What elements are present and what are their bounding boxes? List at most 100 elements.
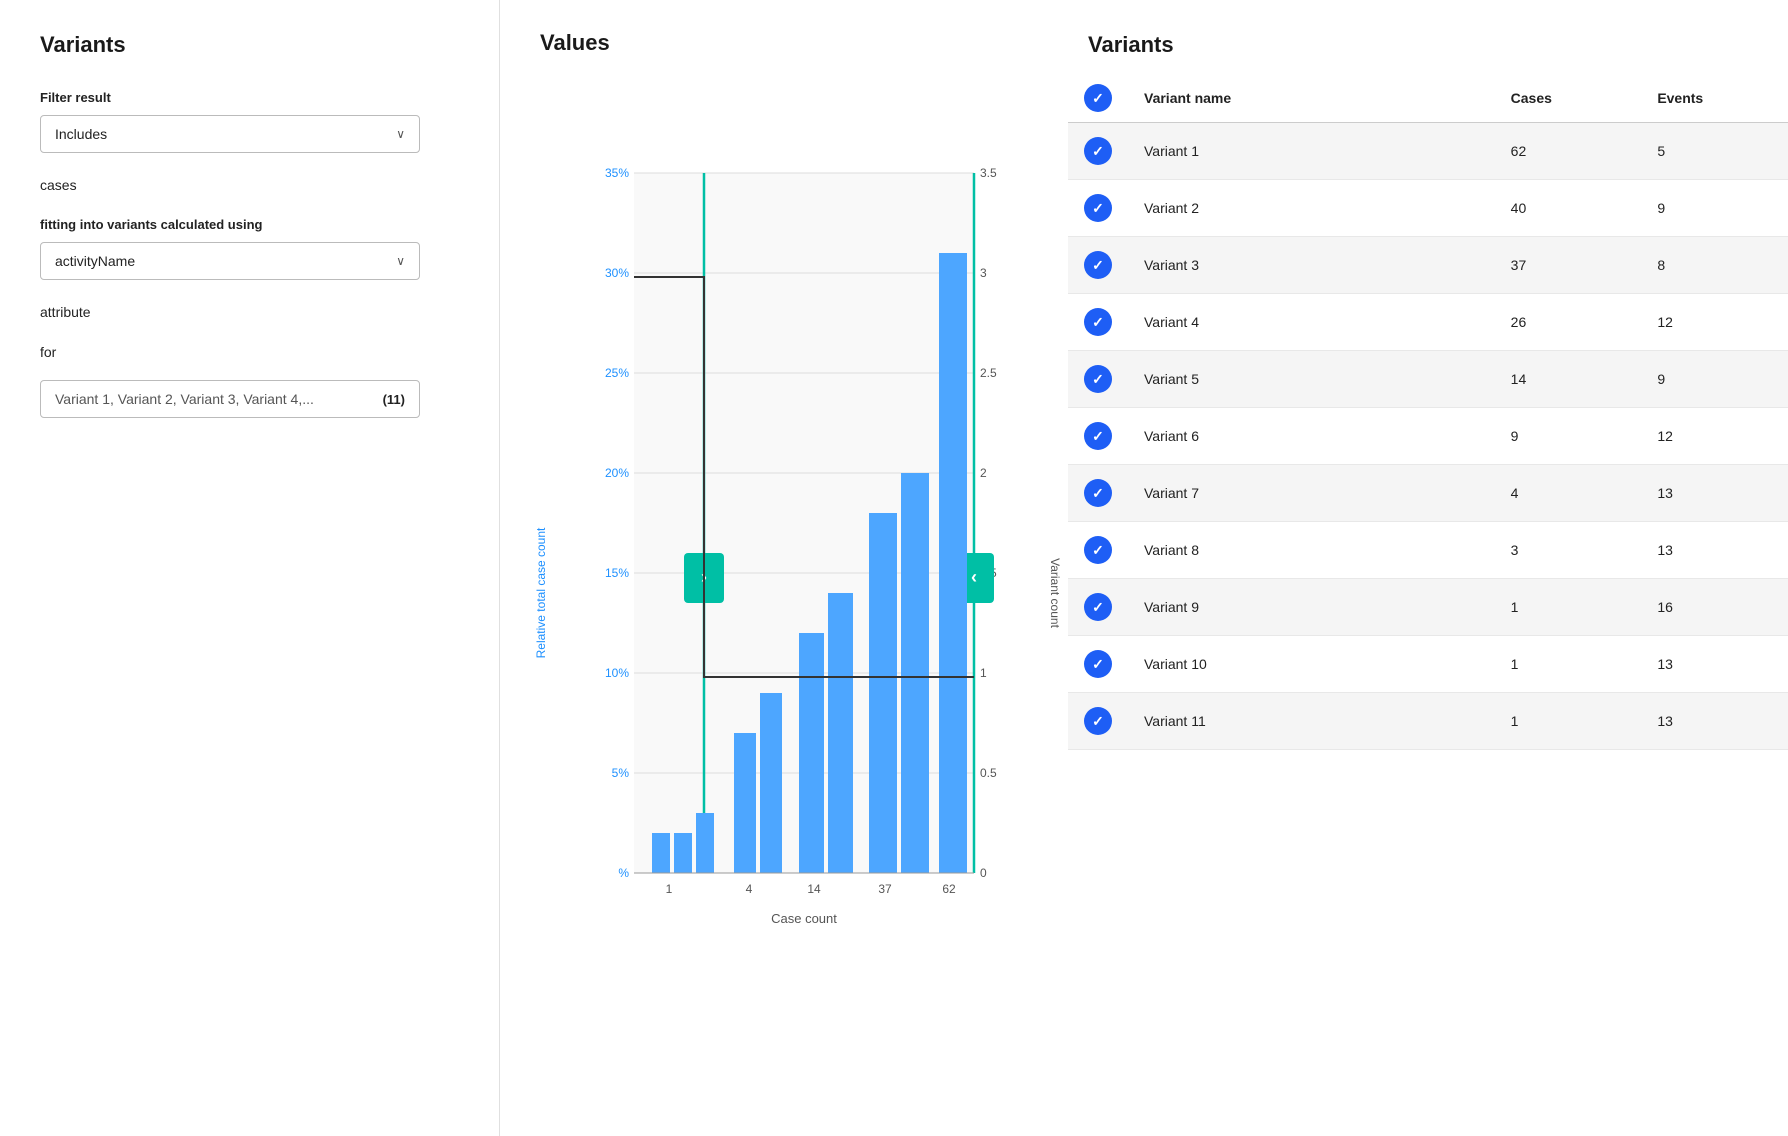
events-cell: 8: [1641, 237, 1788, 294]
svg-text:%: %: [618, 866, 629, 880]
cases-section: cases: [40, 177, 459, 193]
check-icon[interactable]: ✓: [1084, 365, 1112, 393]
table-row: ✓Variant 10113: [1068, 636, 1788, 693]
variant-name-cell: Variant 3: [1128, 237, 1495, 294]
check-icon[interactable]: ✓: [1084, 251, 1112, 279]
variant-name-cell: Variant 4: [1128, 294, 1495, 351]
for-field-value: Variant 1, Variant 2, Variant 3, Variant…: [55, 391, 314, 407]
svg-text:‹: ‹: [971, 567, 977, 587]
svg-text:20%: 20%: [605, 466, 629, 480]
row-check-cell: ✓: [1068, 237, 1128, 294]
table-row: ✓ Variant 9116: [1068, 579, 1788, 636]
fitting-section: fitting into variants calculated using a…: [40, 217, 459, 280]
check-icon[interactable]: ✓: [1084, 137, 1112, 165]
chevron-down-icon: ∨: [396, 127, 405, 141]
attribute-label: attribute: [40, 304, 459, 320]
table-row: ✓Variant 1625: [1068, 123, 1788, 180]
table-row: ✓ Variant 6912: [1068, 408, 1788, 465]
for-field-select[interactable]: Variant 1, Variant 2, Variant 3, Variant…: [40, 380, 420, 418]
svg-text:2.5: 2.5: [980, 366, 997, 380]
cases-cell: 3: [1495, 522, 1642, 579]
filter-result-section: Filter result Includes ∨: [40, 90, 459, 153]
cases-cell: 1: [1495, 579, 1642, 636]
variant-name-cell: Variant 9: [1128, 579, 1495, 636]
check-icon[interactable]: ✓: [1084, 422, 1112, 450]
cases-label: cases: [40, 177, 459, 193]
cases-cell: 37: [1495, 237, 1642, 294]
variant-name-cell: Variant 11: [1128, 693, 1495, 750]
col-check-header: ✓: [1068, 74, 1128, 123]
fitting-label: fitting into variants calculated using: [40, 217, 459, 232]
variant-name-cell: Variant 8: [1128, 522, 1495, 579]
chart-title: Values: [540, 30, 1048, 56]
table-row: ✓ Variant 8313: [1068, 522, 1788, 579]
row-check-cell: ✓: [1068, 351, 1128, 408]
svg-text:2: 2: [980, 466, 987, 480]
right-panel-title: Variants: [1068, 32, 1788, 58]
events-cell: 9: [1641, 180, 1788, 237]
variant-name-cell: Variant 6: [1128, 408, 1495, 465]
left-panel: Variants Filter result Includes ∨ cases …: [0, 0, 500, 1136]
cases-cell: 4: [1495, 465, 1642, 522]
row-check-cell: ✓: [1068, 123, 1128, 180]
check-icon[interactable]: ✓: [1084, 308, 1112, 336]
svg-text:35%: 35%: [605, 166, 629, 180]
events-cell: 13: [1641, 465, 1788, 522]
check-icon[interactable]: ✓: [1084, 650, 1112, 678]
svg-text:3: 3: [980, 266, 987, 280]
header-check-icon[interactable]: ✓: [1084, 84, 1112, 112]
chart-container: Relative total case count Variant count: [540, 80, 1048, 1106]
events-cell: 12: [1641, 294, 1788, 351]
svg-text:1: 1: [666, 882, 673, 896]
cases-cell: 1: [1495, 636, 1642, 693]
attribute-section: attribute: [40, 304, 459, 320]
svg-text:4: 4: [746, 882, 753, 896]
table-header-row: ✓ Variant name Cases Events: [1068, 74, 1788, 123]
variant-name-cell: Variant 2: [1128, 180, 1495, 237]
events-cell: 12: [1641, 408, 1788, 465]
for-field-count: (11): [383, 392, 405, 407]
svg-text:30%: 30%: [605, 266, 629, 280]
table-row: ✓Variant 42612: [1068, 294, 1788, 351]
fitting-select[interactable]: activityName ∨: [40, 242, 420, 280]
filter-result-select[interactable]: Includes ∨: [40, 115, 420, 153]
fitting-value: activityName: [55, 253, 135, 269]
for-section: for Variant 1, Variant 2, Variant 3, Var…: [40, 344, 459, 418]
svg-text:0.5: 0.5: [980, 766, 997, 780]
chart-panel: Values Relative total case count Variant…: [500, 0, 1068, 1136]
svg-text:15%: 15%: [605, 566, 629, 580]
events-cell: 13: [1641, 636, 1788, 693]
svg-text:25%: 25%: [605, 366, 629, 380]
check-icon[interactable]: ✓: [1084, 536, 1112, 564]
row-check-cell: ✓: [1068, 522, 1128, 579]
row-check-cell: ✓: [1068, 180, 1128, 237]
check-icon[interactable]: ✓: [1084, 593, 1112, 621]
table-row: ✓ Variant 7413: [1068, 465, 1788, 522]
events-cell: 16: [1641, 579, 1788, 636]
y-right-axis-label: Variant count: [1048, 558, 1062, 628]
row-check-cell: ✓: [1068, 579, 1128, 636]
variants-table: ✓ Variant name Cases Events ✓Variant 162…: [1068, 74, 1788, 750]
right-panel: Variants ✓ Variant name Cases Events ✓Va…: [1068, 0, 1788, 1136]
svg-text:14: 14: [807, 882, 821, 896]
row-check-cell: ✓: [1068, 465, 1128, 522]
col-name-header: Variant name: [1128, 74, 1495, 123]
table-row: ✓Variant 2409: [1068, 180, 1788, 237]
check-icon[interactable]: ✓: [1084, 194, 1112, 222]
svg-text:5%: 5%: [612, 766, 630, 780]
table-row: ✓Variant 5149: [1068, 351, 1788, 408]
check-icon[interactable]: ✓: [1084, 707, 1112, 735]
cases-cell: 9: [1495, 408, 1642, 465]
row-check-cell: ✓: [1068, 693, 1128, 750]
events-cell: 13: [1641, 522, 1788, 579]
chevron-down-icon-2: ∨: [396, 254, 405, 268]
cases-cell: 1: [1495, 693, 1642, 750]
svg-text:10%: 10%: [605, 666, 629, 680]
svg-text:62: 62: [942, 882, 956, 896]
events-cell: 13: [1641, 693, 1788, 750]
table-row: ✓ Variant 11113: [1068, 693, 1788, 750]
variant-name-cell: Variant 7: [1128, 465, 1495, 522]
left-panel-title: Variants: [40, 32, 459, 58]
check-icon[interactable]: ✓: [1084, 479, 1112, 507]
cases-cell: 62: [1495, 123, 1642, 180]
